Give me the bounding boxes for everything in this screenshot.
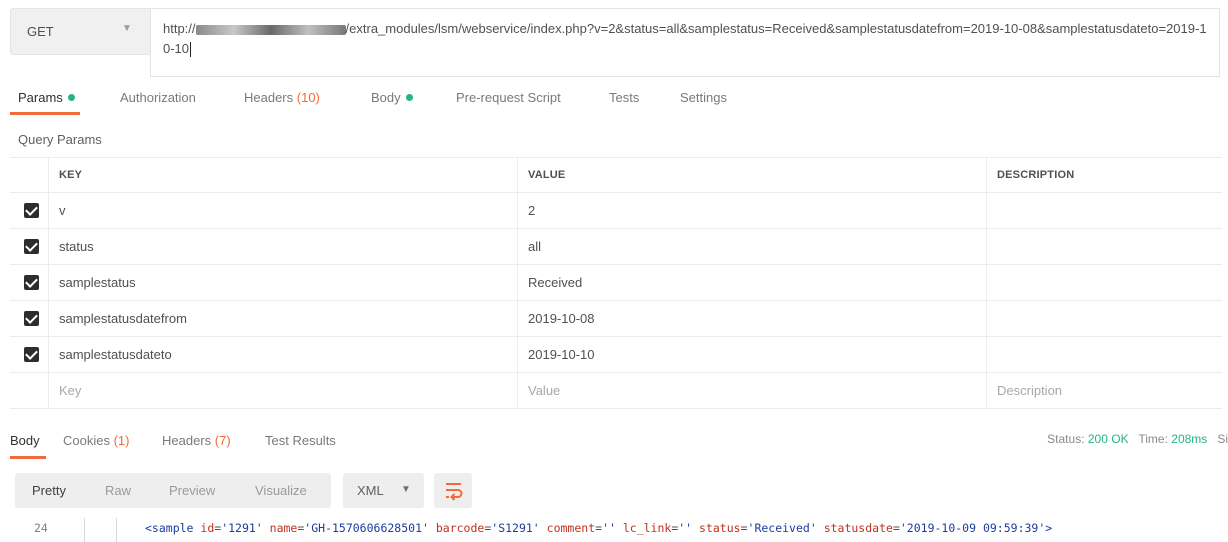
active-response-tab-underline xyxy=(10,456,46,459)
checkbox-icon[interactable] xyxy=(24,347,39,362)
param-key-cell[interactable]: v xyxy=(48,193,517,228)
line-number: 24 xyxy=(34,521,48,535)
url-prefix: http:// xyxy=(163,21,196,36)
active-tab-underline xyxy=(10,112,80,115)
wrap-lines-button[interactable] xyxy=(434,473,472,508)
tab-params[interactable]: Params xyxy=(18,90,75,105)
response-code-line: 24 <sample id = '1291' name = 'GH-1570606628… xyxy=(0,518,1228,542)
code-token: '' xyxy=(678,521,700,535)
code-token: name xyxy=(269,521,298,535)
table-header-row: KEY VALUE DESCRIPTION xyxy=(10,158,1222,193)
code-token: = xyxy=(740,521,748,535)
response-status: Status: 200 OK Time: 208ms Si xyxy=(1047,432,1228,446)
url-input[interactable]: http:///extra_modules/lsm/webservice/ind… xyxy=(150,8,1220,77)
view-mode-switcher: Pretty Raw Preview Visualize xyxy=(15,473,331,508)
param-description-cell[interactable] xyxy=(986,301,1222,336)
table-row: v 2 xyxy=(10,193,1222,229)
new-param-row: Key Value Description xyxy=(10,373,1222,409)
param-value-cell[interactable]: 2019-10-10 xyxy=(517,337,986,372)
view-visualize-button[interactable]: Visualize xyxy=(255,483,307,498)
query-params-table: KEY VALUE DESCRIPTION v 2 status all sam… xyxy=(10,157,1222,409)
wrap-lines-icon xyxy=(446,483,463,501)
view-raw-button[interactable]: Raw xyxy=(105,483,131,498)
code-token: 'S1291' xyxy=(491,521,547,535)
response-size-label: Si xyxy=(1217,432,1228,446)
params-indicator-dot-icon xyxy=(67,94,75,102)
tab-response-cookies[interactable]: Cookies (1) xyxy=(63,433,129,448)
param-value-cell[interactable]: Received xyxy=(517,265,986,300)
table-row: status all xyxy=(10,229,1222,265)
table-row: samplestatusdateto 2019-10-10 xyxy=(10,337,1222,373)
tab-pre-request-script[interactable]: Pre-request Script xyxy=(456,90,561,105)
column-header-key: KEY xyxy=(48,158,517,192)
tab-authorization[interactable]: Authorization xyxy=(120,90,196,105)
column-header-description: DESCRIPTION xyxy=(986,158,1222,192)
redacted-host xyxy=(195,24,346,35)
body-indicator-dot-icon xyxy=(405,94,413,102)
param-description-cell[interactable] xyxy=(986,337,1222,372)
code-token: > xyxy=(1045,521,1053,535)
code-token: id xyxy=(200,521,215,535)
code-text[interactable]: <sample id = '1291' name = 'GH-1570606628501… xyxy=(145,521,1052,535)
new-key-input[interactable]: Key xyxy=(48,373,517,408)
code-token: '1291' xyxy=(221,521,270,535)
param-value-cell[interactable]: all xyxy=(517,229,986,264)
param-description-cell[interactable] xyxy=(986,229,1222,264)
checkbox-icon[interactable] xyxy=(24,311,39,326)
param-key-cell[interactable]: status xyxy=(48,229,517,264)
param-description-cell[interactable] xyxy=(986,265,1222,300)
chevron-down-icon: ▼ xyxy=(122,23,132,34)
param-description-cell[interactable] xyxy=(986,193,1222,228)
tab-body[interactable]: Body xyxy=(371,90,413,105)
request-bar: GET ▼ http:///extra_modules/lsm/webservi… xyxy=(10,8,1220,78)
chevron-down-icon: ▼ xyxy=(401,484,411,495)
code-token: barcode xyxy=(435,521,485,535)
tab-settings[interactable]: Settings xyxy=(680,90,727,105)
tab-response-headers[interactable]: Headers (7) xyxy=(162,433,231,448)
param-key-cell[interactable]: samplestatus xyxy=(48,265,517,300)
tab-response-body[interactable]: Body xyxy=(10,433,40,448)
table-row: samplestatusdatefrom 2019-10-08 xyxy=(10,301,1222,337)
checkbox-icon[interactable] xyxy=(24,275,39,290)
code-token: = xyxy=(892,521,900,535)
code-token: '' xyxy=(602,521,623,535)
view-pretty-button[interactable]: Pretty xyxy=(32,483,66,498)
method-label: GET xyxy=(27,24,54,39)
column-header-value: VALUE xyxy=(517,158,986,192)
code-token: statusdate xyxy=(823,521,893,535)
param-key-cell[interactable]: samplestatusdatefrom xyxy=(48,301,517,336)
code-token: 'GH-1570606628501' xyxy=(304,521,436,535)
response-time[interactable]: 208ms xyxy=(1171,432,1207,446)
param-key-cell[interactable]: samplestatusdateto xyxy=(48,337,517,372)
tab-headers[interactable]: Headers (10) xyxy=(244,90,320,105)
code-token: comment xyxy=(546,521,596,535)
response-tabs: Body Cookies (1) Headers (7) Test Result… xyxy=(0,425,1228,459)
new-value-input[interactable]: Value xyxy=(517,373,986,408)
format-select[interactable]: XML ▼ xyxy=(343,473,424,508)
view-preview-button[interactable]: Preview xyxy=(169,483,215,498)
code-token: lc_link xyxy=(622,521,672,535)
status-code[interactable]: 200 OK xyxy=(1088,432,1129,446)
new-description-input[interactable]: Description xyxy=(986,373,1222,408)
tab-tests[interactable]: Tests xyxy=(609,90,639,105)
query-params-title: Query Params xyxy=(18,132,102,147)
table-row: samplestatus Received xyxy=(10,265,1222,301)
code-token: status xyxy=(699,521,741,535)
param-value-cell[interactable]: 2019-10-08 xyxy=(517,301,986,336)
header-check-cell xyxy=(10,158,48,192)
indent-guide xyxy=(84,518,85,542)
code-token: <sample xyxy=(145,521,201,535)
text-cursor xyxy=(190,42,192,58)
code-token: 'Received' xyxy=(747,521,824,535)
tab-test-results[interactable]: Test Results xyxy=(265,433,336,448)
code-token: '2019-10-09 09:59:39' xyxy=(899,521,1046,535)
format-label: XML xyxy=(357,483,384,498)
param-value-cell[interactable]: 2 xyxy=(517,193,986,228)
method-select[interactable]: GET ▼ xyxy=(10,8,150,55)
checkbox-icon[interactable] xyxy=(24,203,39,218)
indent-guide xyxy=(116,518,117,542)
request-tabs: Params Authorization Headers (10) Body P… xyxy=(0,82,1228,116)
checkbox-icon[interactable] xyxy=(24,239,39,254)
